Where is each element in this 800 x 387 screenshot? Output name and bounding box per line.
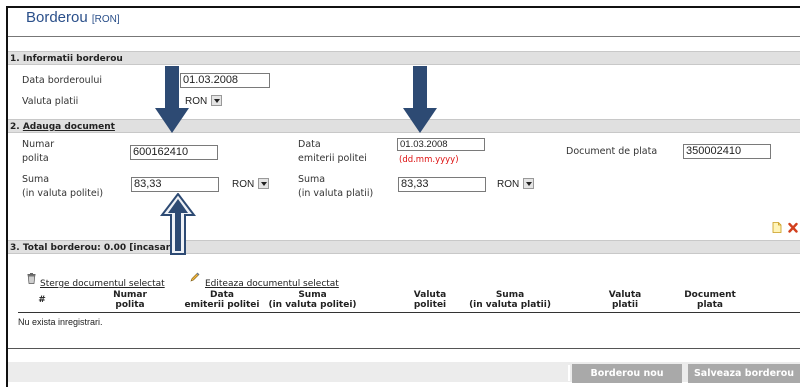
amount-payment-label-2: (in valuta platii) [298,188,374,199]
save-borderou-button[interactable]: Salveaza borderou [688,364,800,383]
issue-date-label-2: emiterii politei [298,153,367,164]
amount-policy-label-1: Suma [22,174,50,185]
column-header-line-2: polita [115,300,145,310]
amount-policy-currency-select[interactable]: RON [232,177,270,192]
amount-policy-field[interactable]: 83,33 [131,177,219,192]
column-header-line-2: platii [611,300,639,310]
down-arrow-icon [155,66,189,133]
section-total-title: 3. Total borderou: 0.00 [incasar [10,243,171,253]
up-arrow-icon [160,193,196,255]
amount-policy-label-2: (in valuta politei) [22,188,104,199]
amount-payment-currency-select[interactable]: RON [497,177,535,192]
edit-selected-link[interactable]: Editeaza documentul selectat [205,279,339,289]
policy-number-label-1: Numar [22,139,55,150]
amount-payment-field[interactable]: 83,33 [398,177,486,192]
column-header-line-1: Suma [298,290,327,300]
section-informatii-title: 1. Informatii borderou [10,54,123,64]
section-adauga-number: 2. [10,122,20,132]
payment-doc-field[interactable]: 350002410 [683,144,771,159]
amount-payment-currency-value: RON [497,179,520,190]
column-header-line-2: politei [413,300,447,310]
issue-date-field[interactable]: 01.03.2008 [397,138,485,151]
delete-icon[interactable] [788,222,798,233]
column-header-index-text: # [38,295,46,305]
chevron-down-icon[interactable] [523,177,535,189]
issue-date-hint: (dd.mm.yyyy) [399,155,459,165]
policy-number-label-2: polita [22,153,49,164]
column-header-line-1: Data [210,290,234,300]
column-header-payment-doc: Document plata [678,290,742,310]
grid-bottom-divider [8,348,800,349]
column-header-line-2: (in valuta politei) [268,300,357,310]
pencil-icon[interactable] [190,272,200,282]
issue-date-label-1: Data [298,139,321,150]
column-header-amount-policy: Suma (in valuta politei) [265,290,360,310]
column-header-line-1: Valuta [413,290,447,300]
column-header-line-1: Numar [113,290,147,300]
new-borderou-button[interactable]: Borderou nou [572,364,682,383]
title-divider [8,36,800,37]
delete-selected-link[interactable]: Sterge documentul selectat [40,279,165,289]
column-header-line-2: plata [697,300,723,310]
column-header-line-2: (in valuta platii) [469,300,551,310]
chevron-down-icon[interactable] [211,94,223,106]
chevron-down-icon[interactable] [258,177,270,189]
amount-payment-label-1: Suma [298,174,326,185]
new-document-icon[interactable] [772,222,782,233]
amount-policy-currency-value: RON [232,179,255,190]
payment-doc-label: Document de plata [566,146,658,157]
grid-header-divider [18,312,800,313]
footer-separator [568,365,570,381]
currency-tag: [RON] [91,14,120,25]
column-header-currency-policy: Valuta politei [405,290,455,310]
column-header-amount-payment: Suma (in valuta platii) [465,290,555,310]
column-header-line-1: Valuta [608,290,642,300]
date-field[interactable]: 01.03.2008 [180,73,270,88]
column-header-line-1: Document [684,290,736,300]
column-header-policy-number: Numar polita [100,290,160,310]
page-title: Borderou [RON] [26,9,120,26]
page-title-text: Borderou [26,9,88,26]
column-header-line-1: Suma [495,290,525,300]
trash-icon[interactable] [27,273,36,284]
section-adauga-link[interactable]: Adauga document [23,122,115,132]
column-header-index: # [36,295,48,305]
policy-number-field[interactable]: 600162410 [130,145,218,160]
column-header-issue-date: Data emiterii politei [178,290,266,310]
column-header-line-2: emiterii politei [184,300,260,310]
section-total-header: 3. Total borderou: 0.00 [incasar [8,240,800,254]
section-informatii-header: 1. Informatii borderou [8,51,800,65]
date-label: Data borderoului [22,75,102,86]
currency-select[interactable]: RON [185,94,223,109]
column-header-currency-payment: Valuta platii [600,290,650,310]
currency-label: Valuta platii [22,96,79,107]
grid-empty-message: Nu exista inregistrari. [18,317,103,327]
down-arrow-icon [403,66,437,133]
